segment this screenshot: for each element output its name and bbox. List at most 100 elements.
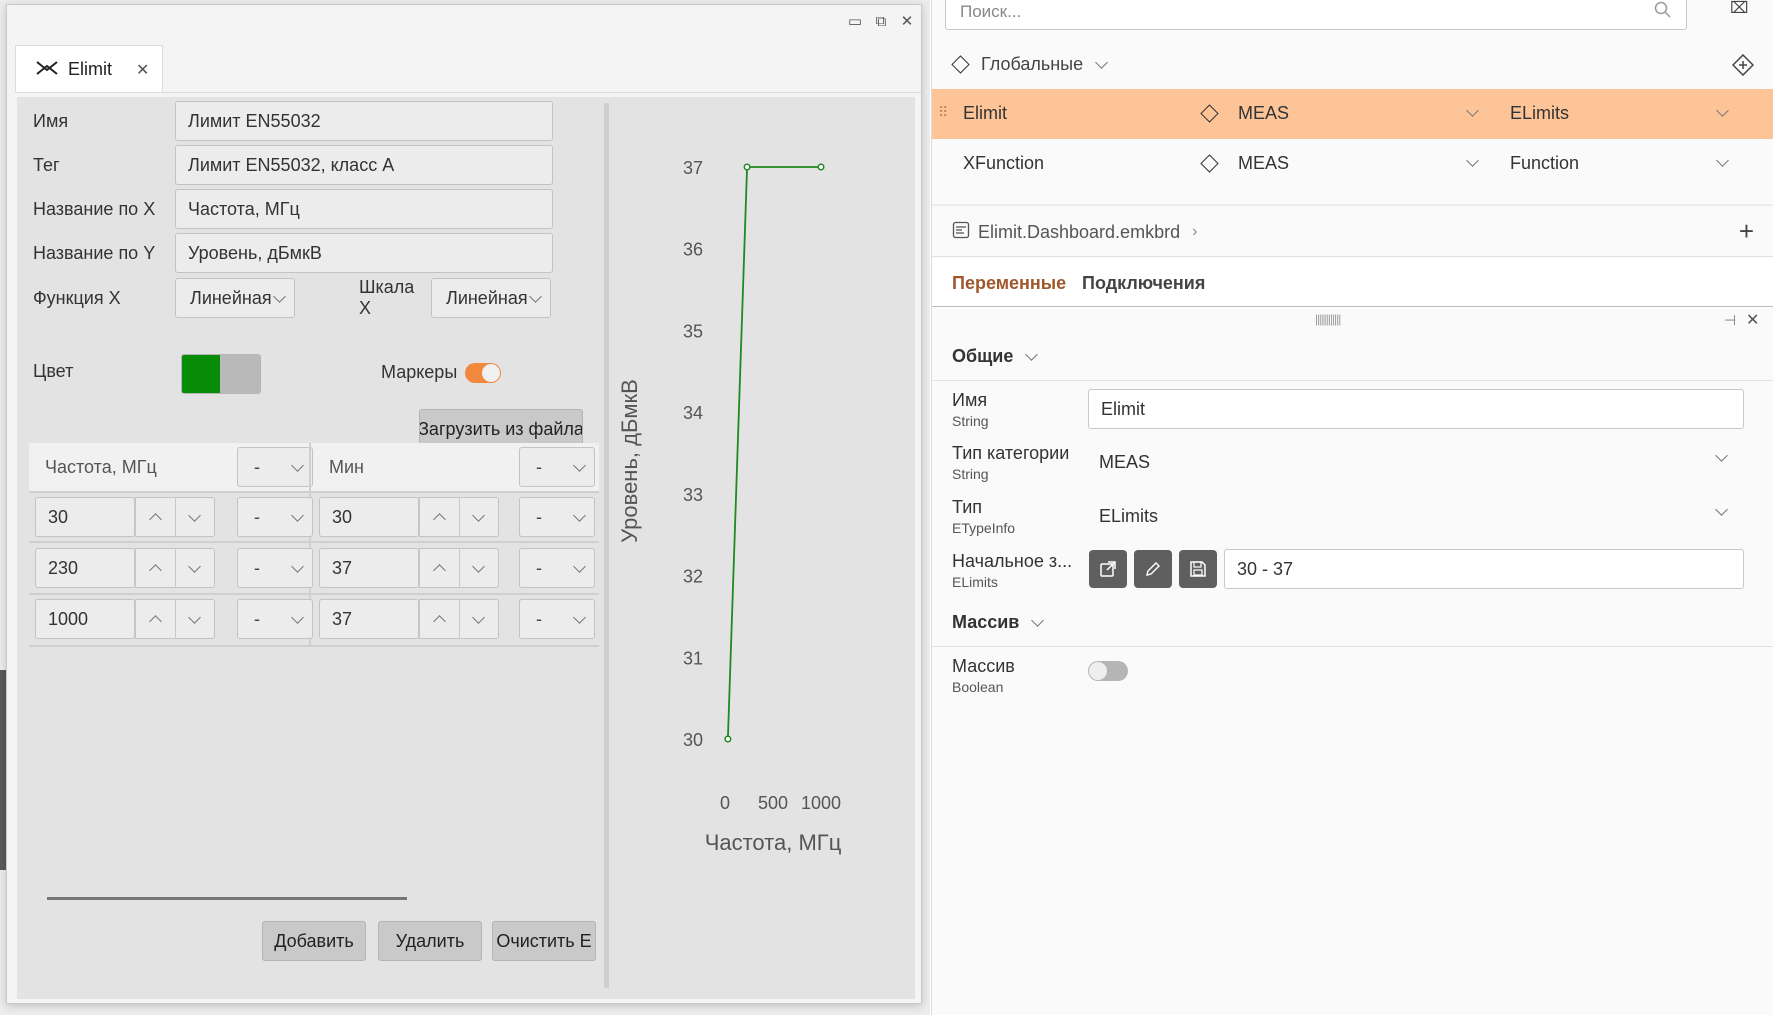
save-icon[interactable] xyxy=(1179,550,1217,588)
xscale-dropdown[interactable]: Линейная xyxy=(431,278,551,318)
initial-value-field[interactable]: 30 - 37 xyxy=(1224,549,1744,589)
variable-row-xfunction[interactable]: XFunction MEAS Function xyxy=(932,139,1773,189)
row2-y-unit[interactable]: - xyxy=(519,548,595,588)
search-icon[interactable] xyxy=(1654,1,1672,24)
chevron-down-icon[interactable] xyxy=(1715,503,1728,516)
row1-y-input[interactable]: 30 xyxy=(319,497,419,537)
horizontal-scrollbar[interactable] xyxy=(47,897,407,900)
close-panel-icon[interactable]: ✕ xyxy=(1746,310,1759,330)
step-up-icon[interactable] xyxy=(135,600,175,638)
array-section-header[interactable]: Массив xyxy=(932,602,1773,642)
row2-x-stepper[interactable] xyxy=(135,548,215,588)
col1-unit-dropdown[interactable]: - xyxy=(237,447,313,487)
general-section-header[interactable]: Общие xyxy=(932,336,1773,376)
row2-x-unit[interactable]: - xyxy=(237,548,313,588)
row3-y-unit[interactable]: - xyxy=(519,599,595,639)
tab-connections[interactable]: Подключения xyxy=(1082,273,1205,294)
variable-name: XFunction xyxy=(963,153,1045,173)
step-up-icon[interactable] xyxy=(135,549,175,587)
array-toggle[interactable] xyxy=(1088,661,1128,681)
col2-unit-dropdown[interactable]: - xyxy=(519,447,595,487)
chevron-down-icon xyxy=(273,289,286,303)
row1-y-stepper[interactable] xyxy=(419,497,499,537)
col2-unit-value: - xyxy=(536,456,542,477)
chart-svg: 30 31 32 33 34 35 36 37 0 500 1000 Уровень, дБмкВ Ча… xyxy=(617,158,842,855)
row1-x-stepper[interactable] xyxy=(135,497,215,537)
close-tab-icon[interactable]: ✕ xyxy=(136,60,149,79)
chevron-down-icon[interactable] xyxy=(1466,104,1479,117)
markers-toggle[interactable] xyxy=(465,363,501,383)
y-tick-label: 36 xyxy=(683,240,703,260)
unit-value: - xyxy=(254,608,260,629)
x-axis-label: Частота, МГц xyxy=(705,830,842,855)
globals-header[interactable]: Глобальные xyxy=(932,42,1773,86)
clear-filter-icon[interactable]: ⌧ xyxy=(1730,0,1748,18)
row3-x-input[interactable]: 1000 xyxy=(35,599,135,639)
edit-icon[interactable] xyxy=(1134,550,1172,588)
tab-variables[interactable]: Переменные xyxy=(952,273,1066,294)
open-external-icon[interactable] xyxy=(1089,550,1127,588)
pin-icon[interactable]: ⊣ xyxy=(1724,312,1736,329)
dashboard-breadcrumb[interactable]: Elimit.Dashboard.emkbrd › + xyxy=(932,210,1773,254)
step-down-icon[interactable] xyxy=(174,549,215,587)
chevron-down-icon xyxy=(573,458,586,472)
add-global-icon[interactable] xyxy=(1731,53,1755,81)
color-row: Цвет xyxy=(33,361,175,382)
xname-input[interactable]: Частота, МГц xyxy=(175,189,553,229)
name-field[interactable]: Elimit xyxy=(1088,389,1744,429)
close-icon[interactable]: ✕ xyxy=(899,13,915,29)
search-input[interactable]: Поиск... xyxy=(945,0,1687,30)
chevron-down-icon[interactable] xyxy=(1716,154,1729,167)
color-picker[interactable] xyxy=(181,354,261,394)
tag-input[interactable]: Лимит EN55032, класс А xyxy=(175,145,553,185)
splitter[interactable] xyxy=(604,103,609,988)
step-down-icon[interactable] xyxy=(174,600,215,638)
divider xyxy=(932,256,1773,257)
row2-y-stepper[interactable] xyxy=(419,548,499,588)
row1-x-input[interactable]: 30 xyxy=(35,497,135,537)
step-down-icon[interactable] xyxy=(458,549,499,587)
step-down-icon[interactable] xyxy=(458,498,499,536)
prop-label: Тип xyxy=(952,497,983,517)
row1-y-unit[interactable]: - xyxy=(519,497,595,537)
step-down-icon[interactable] xyxy=(458,600,499,638)
step-down-icon[interactable] xyxy=(174,498,215,536)
step-up-icon[interactable] xyxy=(419,498,459,536)
diamond-icon xyxy=(951,54,970,74)
chevron-down-icon[interactable] xyxy=(1466,154,1479,167)
row1-x-unit[interactable]: - xyxy=(237,497,313,537)
xfunc-dropdown[interactable]: Линейная xyxy=(175,278,295,318)
category-value[interactable]: MEAS xyxy=(1099,452,1150,473)
add-button[interactable]: Добавить xyxy=(262,921,366,961)
step-up-icon[interactable] xyxy=(135,498,175,536)
type-value[interactable]: ELimits xyxy=(1099,506,1158,527)
y-tick-label: 34 xyxy=(683,403,703,423)
row3-y-input[interactable]: 37 xyxy=(319,599,419,639)
drag-handle-icon[interactable]: ⠿ xyxy=(938,104,948,121)
delete-button[interactable]: Удалить xyxy=(378,921,482,961)
points-grid: Частота, МГц - Мин - 30 - 30 - 230 - 37 … xyxy=(29,443,599,647)
add-icon[interactable]: + xyxy=(1739,216,1754,247)
color-dropdown-area xyxy=(220,355,260,393)
row2-y-input[interactable]: 37 xyxy=(319,548,419,588)
step-up-icon[interactable] xyxy=(419,600,459,638)
chevron-down-icon[interactable] xyxy=(1716,104,1729,117)
yname-input[interactable]: Уровень, дБмкВ xyxy=(175,233,553,273)
row3-y-stepper[interactable] xyxy=(419,599,499,639)
drag-grip-icon[interactable]: |||||||||||| xyxy=(1315,312,1341,326)
col1-header: Частота, МГц xyxy=(45,457,157,477)
restore-icon[interactable]: ⧉ xyxy=(873,13,889,29)
clear-button[interactable]: Очистить E xyxy=(492,921,596,961)
data-point xyxy=(817,163,825,171)
name-input[interactable]: Лимит EN55032 xyxy=(175,101,553,141)
step-up-icon[interactable] xyxy=(419,549,459,587)
chevron-down-icon[interactable] xyxy=(1715,449,1728,462)
document-tab[interactable]: Elimit ✕ xyxy=(15,45,163,93)
chevron-down-icon xyxy=(1031,613,1045,627)
row3-x-stepper[interactable] xyxy=(135,599,215,639)
row2-x-input[interactable]: 230 xyxy=(35,548,135,588)
row3-x-unit[interactable]: - xyxy=(237,599,313,639)
xscale-value: Линейная xyxy=(446,287,528,308)
minimize-icon[interactable]: ▭ xyxy=(847,13,863,29)
variable-row-elimit[interactable]: ⠿ Elimit MEAS ELimits xyxy=(932,89,1773,139)
